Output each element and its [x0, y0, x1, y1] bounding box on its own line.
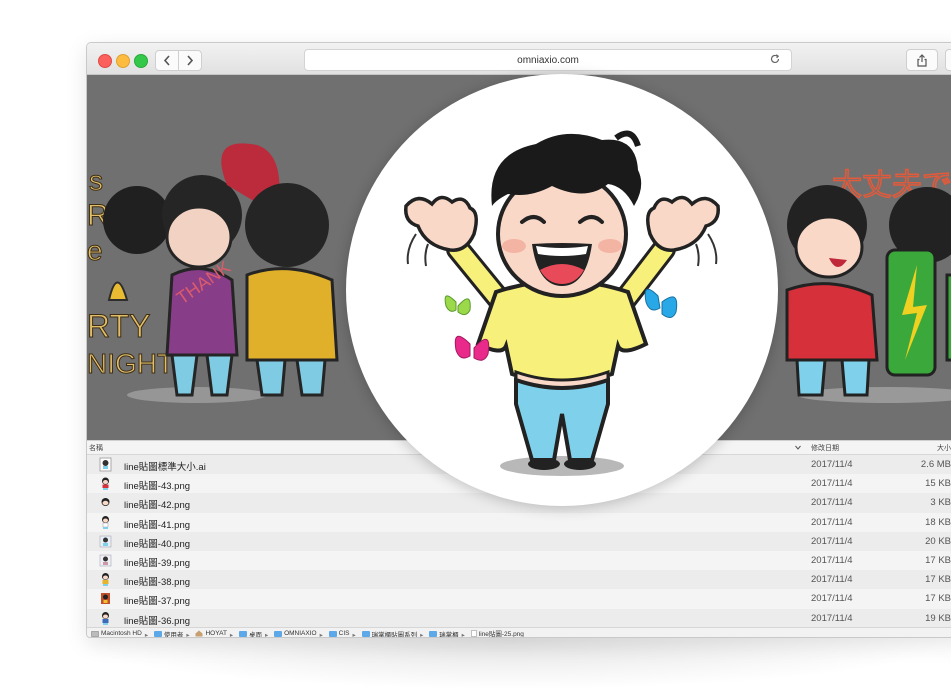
folder-icon: [361, 630, 370, 637]
file-row[interactable]: line貼圖-40.png 2017/11/4 20 KB: [87, 532, 951, 551]
file-row[interactable]: line貼圖-36.png 2017/11/4 19 KB: [87, 609, 951, 628]
file-row[interactable]: line貼圖-39.png 2017/11/4 17 KB: [87, 550, 951, 571]
image-thumbnail-icon: [101, 593, 110, 605]
path-item[interactable]: 桌面: [239, 629, 262, 637]
chevron-left-icon: [163, 55, 170, 66]
back-button[interactable]: [155, 50, 179, 71]
share-button[interactable]: [906, 49, 938, 71]
magnified-sticker: [346, 74, 778, 506]
folder-icon: [328, 630, 337, 637]
hard-drive-icon: [91, 630, 99, 637]
browser-toolbar: omniaxio.com: [87, 43, 951, 75]
blue-butterfly: [644, 288, 678, 318]
image-thumbnail-icon: [102, 573, 109, 587]
svg-text:RTY: RTY: [87, 308, 150, 344]
path-separator: ▸: [352, 631, 356, 638]
path-separator: ▸: [420, 631, 424, 638]
path-item[interactable]: HOYAT: [195, 630, 227, 637]
svg-text:e: e: [87, 235, 103, 266]
image-thumbnail-icon: [102, 515, 109, 529]
folder-icon: [153, 630, 162, 637]
image-thumbnail-icon: [99, 554, 112, 567]
svg-text:s: s: [89, 165, 103, 196]
path-item[interactable]: 使用者: [153, 629, 183, 637]
path-item[interactable]: Macintosh HD: [91, 630, 142, 637]
minimize-window-button[interactable]: [116, 54, 130, 68]
reload-icon[interactable]: [769, 53, 781, 65]
green-butterfly: [444, 295, 471, 316]
sort-chevron-down-icon[interactable]: [795, 445, 801, 450]
column-name-header[interactable]: 名稱: [89, 443, 103, 453]
path-separator: ▸: [186, 631, 190, 638]
path-separator: ▸: [229, 631, 234, 638]
forward-button[interactable]: [178, 50, 202, 71]
ai-file-icon: [99, 457, 112, 472]
image-thumbnail-icon: [102, 477, 109, 491]
folder-icon: [429, 630, 438, 637]
path-separator: ▸: [265, 631, 269, 638]
file-row[interactable]: line貼圖-41.png 2017/11/4 18 KB: [87, 512, 951, 532]
column-date-header[interactable]: 修改日期: [811, 443, 839, 453]
tabs-button[interactable]: [945, 49, 951, 71]
folder-icon: [239, 630, 247, 637]
path-separator: ▸: [461, 631, 465, 638]
pink-butterfly: [454, 335, 490, 361]
path-separator: ▸: [319, 631, 323, 638]
path-item[interactable]: line貼圖-25.png: [471, 628, 524, 637]
zoom-window-button[interactable]: [134, 54, 148, 68]
address-bar-url: omniaxio.com: [517, 54, 579, 66]
image-thumbnail-icon: [99, 535, 112, 547]
column-size-header[interactable]: 大小: [937, 443, 951, 453]
share-icon: [917, 53, 927, 67]
path-item[interactable]: 瑞掌櫃貼圖系列: [361, 629, 417, 637]
address-bar[interactable]: omniaxio.com: [304, 49, 792, 71]
file-row[interactable]: line貼圖-37.png 2017/11/4 17 KB: [87, 589, 951, 609]
path-item[interactable]: OMNIAXIO: [274, 630, 317, 637]
path-separator: ▸: [144, 631, 149, 638]
happy-boy-sticker-image: [404, 130, 720, 476]
file-icon: [471, 629, 477, 637]
image-thumbnail-icon: [101, 498, 110, 507]
chevron-right-icon: [187, 55, 194, 66]
path-item[interactable]: 瑞掌櫃: [429, 629, 459, 637]
path-bar: Macintosh HD ▸ 使用者 ▸ HOYAT ▸ 桌面 ▸ OMNIAXIO ▸ …: [87, 627, 951, 638]
image-thumbnail-icon: [102, 611, 109, 625]
file-row[interactable]: line貼圖-38.png 2017/11/4 17 KB: [87, 570, 951, 589]
svg-text:NIGHT: NIGHT: [87, 348, 174, 379]
close-window-button[interactable]: [98, 54, 112, 68]
home-icon: [195, 630, 203, 636]
folder-icon: [274, 630, 283, 637]
path-item[interactable]: CIS: [328, 630, 350, 637]
